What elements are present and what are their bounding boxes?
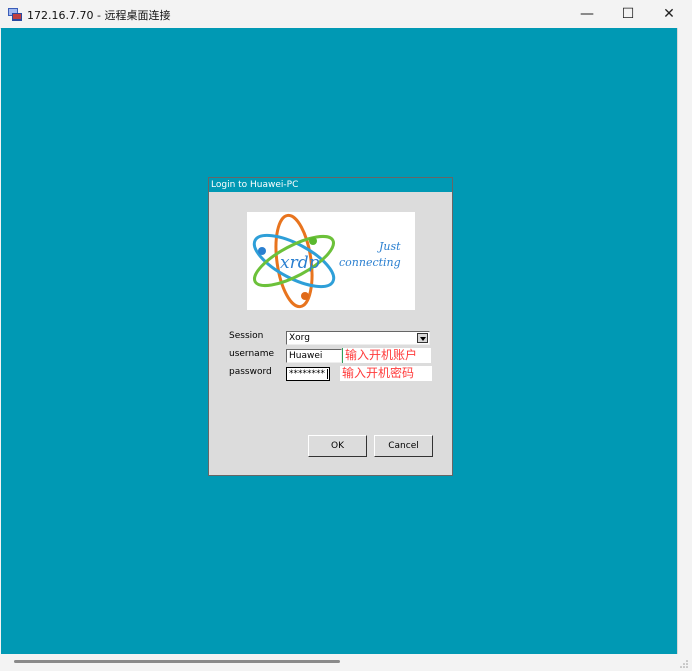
svg-text:xrdp: xrdp [280, 253, 320, 273]
ok-button[interactable]: OK [308, 435, 367, 457]
cancel-button[interactable]: Cancel [374, 435, 433, 457]
maximize-icon: ☐ [621, 6, 635, 22]
password-field[interactable]: ******** [286, 367, 330, 381]
close-icon: ✕ [663, 6, 675, 22]
password-label: password [229, 367, 272, 377]
close-button[interactable]: ✕ [646, 0, 692, 28]
text-caret [327, 369, 328, 379]
username-hint-annotation: 输入开机账户 [342, 348, 431, 363]
username-field[interactable]: Huawei [286, 349, 342, 363]
username-value: Huawei [289, 351, 323, 361]
login-dialog: Login to Huawei-PC xrdp Just connecting … [208, 177, 453, 476]
vertical-scroll-area[interactable] [677, 28, 692, 654]
xrdp-logo: xrdp Just connecting [247, 212, 415, 310]
chevron-down-icon[interactable] [417, 333, 428, 343]
svg-text:connecting: connecting [339, 256, 401, 269]
window-title: 172.16.7.70 - 远程桌面连接 [27, 9, 171, 22]
password-hint-annotation: 输入开机密码 [340, 366, 432, 381]
horizontal-scrollbar-thumb[interactable] [14, 660, 340, 663]
svg-text:Just: Just [377, 240, 401, 253]
username-label: username [229, 349, 274, 359]
dialog-title: Login to Huawei-PC [209, 178, 452, 192]
resize-grip-icon[interactable] [680, 660, 688, 668]
session-select[interactable]: Xorg [286, 331, 430, 345]
password-value: ******** [289, 369, 325, 379]
minimize-icon: — [580, 6, 594, 22]
minimize-button[interactable]: — [564, 0, 610, 28]
session-value: Xorg [289, 333, 310, 343]
session-label: Session [229, 331, 264, 341]
maximize-button[interactable]: ☐ [605, 0, 651, 28]
window-titlebar: 172.16.7.70 - 远程桌面连接 — ☐ ✕ [0, 0, 692, 29]
xrdp-atom-icon: xrdp Just connecting [252, 213, 401, 309]
remote-desktop-icon [8, 8, 22, 21]
